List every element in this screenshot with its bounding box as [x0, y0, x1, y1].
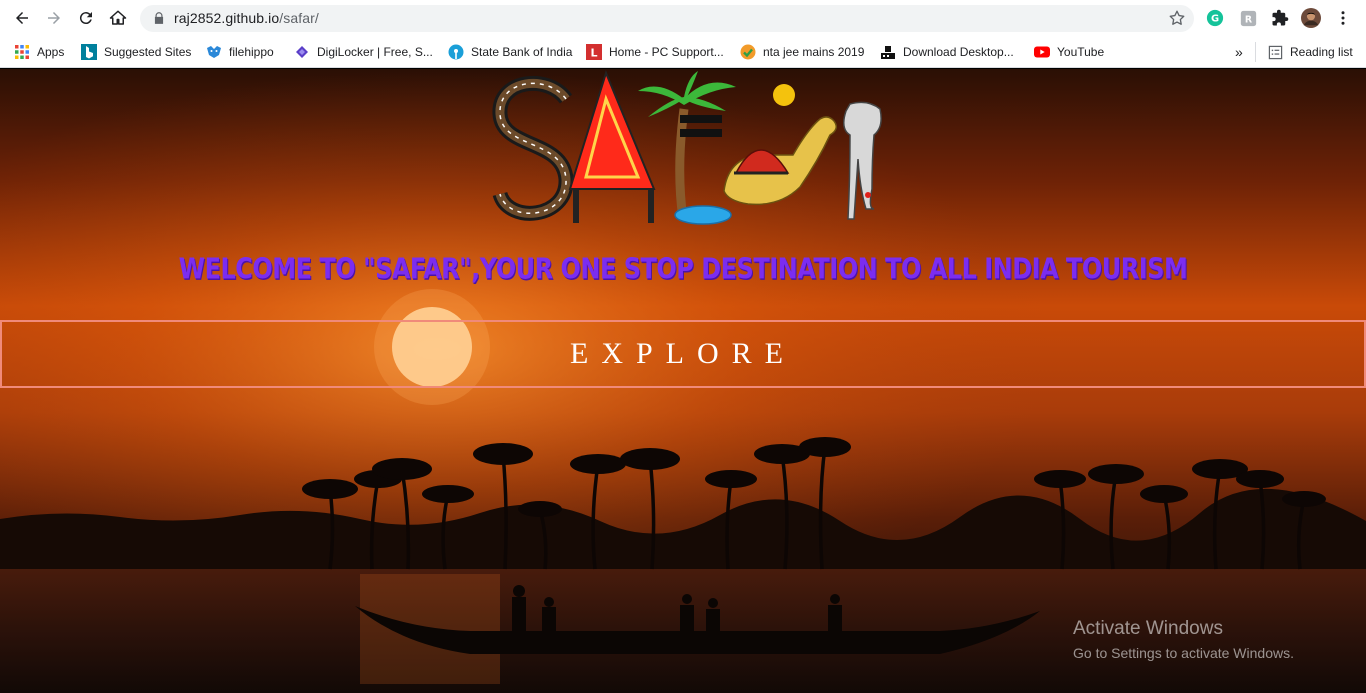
- explore-banner: EXPLORE: [0, 320, 1366, 388]
- download-icon: [880, 44, 896, 60]
- bookmarks-bar: Apps Suggested Sites filehippo DigiLocke…: [0, 36, 1366, 68]
- bookmark-apps[interactable]: Apps: [14, 42, 64, 62]
- safar-logo: [488, 69, 888, 231]
- reading-list-label: Reading list: [1290, 45, 1353, 59]
- bookmark-label: Download Desktop...: [903, 45, 1014, 59]
- bookmark-download-desktop[interactable]: Download Desktop...: [880, 42, 1014, 62]
- bookmark-digilocker[interactable]: DigiLocker | Free, S...: [294, 42, 433, 62]
- youtube-icon: [1034, 44, 1050, 60]
- url-path: /safar/: [279, 10, 319, 26]
- watermark-subtitle: Go to Settings to activate Windows.: [1073, 645, 1294, 661]
- bookmark-label: State Bank of India: [471, 45, 573, 59]
- bookmark-sbi[interactable]: State Bank of India: [448, 42, 572, 62]
- reload-button[interactable]: [73, 6, 99, 30]
- bookmark-nta-jee[interactable]: nta jee mains 2019: [740, 42, 864, 62]
- bookmarks-divider: [1255, 42, 1256, 62]
- apps-grid-icon: [14, 44, 30, 60]
- forward-button[interactable]: [41, 6, 67, 30]
- reading-list-icon: [1267, 44, 1283, 60]
- explore-button[interactable]: EXPLORE: [2, 322, 1364, 386]
- lock-icon: [154, 12, 164, 24]
- page-content: WELCOME TO "SAFAR",YOUR ONE STOP DESTINA…: [0, 69, 1366, 693]
- bookmark-label: DigiLocker | Free, S...: [317, 45, 433, 59]
- extension-icon[interactable]: R: [1238, 8, 1258, 28]
- sbi-icon: [448, 44, 464, 60]
- watermark-title: Activate Windows: [1073, 618, 1223, 639]
- url-host: raj2852.github.io: [174, 10, 280, 26]
- avatar[interactable]: [1301, 8, 1321, 28]
- home-button[interactable]: [105, 6, 131, 30]
- filehippo-icon: [206, 44, 222, 60]
- windows-activation-watermark: Activate Windows Go to Settings to activ…: [1073, 618, 1294, 661]
- svg-text:R: R: [1244, 14, 1252, 25]
- arrow-right-icon: [48, 12, 60, 24]
- star-icon[interactable]: [1168, 9, 1186, 27]
- back-button[interactable]: [9, 6, 35, 30]
- bookmark-label: Apps: [37, 45, 65, 59]
- address-bar[interactable]: raj2852.github.io/safar/: [140, 5, 1194, 32]
- bookmark-label: Suggested Sites: [104, 45, 192, 59]
- bookmarks-overflow-button[interactable]: »: [1235, 42, 1243, 62]
- bookmark-label: filehippo: [229, 45, 274, 59]
- svg-text:G: G: [1211, 14, 1219, 25]
- bookmark-label: nta jee mains 2019: [763, 45, 865, 59]
- bookmark-label: Home - PC Support...: [609, 45, 724, 59]
- browser-toolbar: raj2852.github.io/safar/ G R: [0, 0, 1366, 36]
- bookmark-youtube[interactable]: YouTube: [1034, 42, 1104, 62]
- home-icon: [109, 10, 127, 25]
- svg-text:L: L: [590, 47, 597, 60]
- bing-icon: [81, 44, 97, 60]
- puzzle-icon[interactable]: [1270, 8, 1290, 28]
- reload-icon: [79, 12, 92, 25]
- kebab-menu-icon[interactable]: [1333, 8, 1353, 28]
- digilocker-icon: [294, 44, 310, 60]
- reading-list-button[interactable]: Reading list: [1267, 42, 1353, 62]
- grammarly-icon[interactable]: G: [1205, 8, 1225, 28]
- bookmark-label: YouTube: [1057, 45, 1105, 59]
- bookmark-suggested-sites[interactable]: Suggested Sites: [81, 42, 191, 62]
- bookmark-filehippo[interactable]: filehippo: [206, 42, 274, 62]
- bookmark-pc-support[interactable]: L Home - PC Support...: [586, 42, 724, 62]
- welcome-heading: WELCOME TO "SAFAR",YOUR ONE STOP DESTINA…: [178, 252, 1188, 286]
- pc-support-icon: L: [586, 44, 602, 60]
- arrow-left-icon: [16, 12, 28, 24]
- url-text: raj2852.github.io/safar/: [174, 10, 319, 26]
- overflow-chevron-icon: »: [1235, 44, 1243, 60]
- checkmark-icon: [740, 44, 756, 60]
